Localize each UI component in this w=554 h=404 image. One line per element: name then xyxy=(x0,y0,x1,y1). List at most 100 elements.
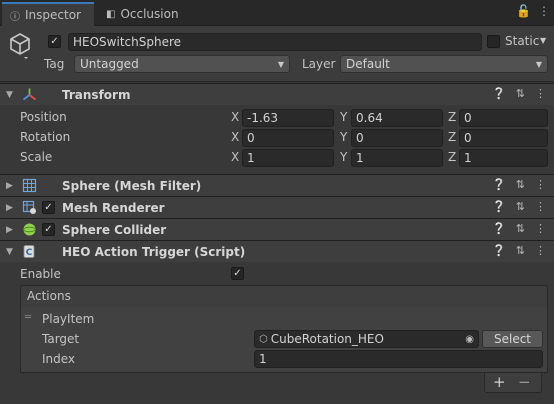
component-title: Sphere Collider xyxy=(62,222,167,237)
svg-text:C: C xyxy=(26,248,33,258)
chevron-down-icon: ▼ xyxy=(277,59,284,69)
position-z-field[interactable]: 0 xyxy=(459,109,548,127)
position-x-field[interactable]: -1.63 xyxy=(242,109,334,127)
scale-z-field[interactable]: 1 xyxy=(459,149,548,167)
mesh-filter-header[interactable]: ▶ Sphere (Mesh Filter) ❔ ⇅ ⋮ xyxy=(0,174,554,196)
foldout-expanded-icon[interactable]: ▼ xyxy=(6,247,13,257)
actions-label: Actions xyxy=(27,289,71,303)
index-field[interactable]: 1 xyxy=(254,350,543,368)
drag-handle-icon[interactable]: ═ xyxy=(25,312,31,323)
component-title: Sphere (Mesh Filter) xyxy=(62,178,202,193)
index-label: Index xyxy=(42,352,76,366)
transform-header[interactable]: ▼ Transform ❔ ⇅ ⋮ xyxy=(0,83,554,105)
rotation-label: Rotation xyxy=(20,130,71,144)
x-axis-label[interactable]: X xyxy=(231,130,239,144)
actions-list-body: ═ PlayItem Target ⬡ CubeRotation_HEO ◉ S… xyxy=(20,307,548,373)
mesh-renderer-enabled-checkbox[interactable]: ✓ xyxy=(42,201,55,214)
rotation-y-field[interactable]: 0 xyxy=(351,129,443,147)
occlusion-icon: ◧ xyxy=(106,8,116,20)
layer-value: Default xyxy=(346,57,390,71)
help-icon[interactable]: ❔ xyxy=(492,87,506,100)
mesh-renderer-header[interactable]: ▶ ✓ Mesh Renderer ❔ ⇅ ⋮ xyxy=(0,196,554,218)
component-tools: ❔ ⇅ ⋮ xyxy=(492,222,546,235)
target-label: Target xyxy=(42,332,80,346)
scale-y-field[interactable]: 1 xyxy=(351,149,443,167)
select-button[interactable]: Select xyxy=(482,330,543,348)
lock-icon[interactable]: 🔓 xyxy=(516,4,531,18)
scale-x-field[interactable]: 1 xyxy=(242,149,334,167)
cube-icon: ⬡ xyxy=(259,333,268,345)
preset-icon[interactable]: ⇅ xyxy=(516,244,525,257)
gameobject-cube-icon[interactable] xyxy=(8,32,32,60)
context-menu-icon[interactable]: ⋮ xyxy=(535,222,546,235)
list-footer: + − xyxy=(484,373,542,393)
component-title: HEO Action Trigger (Script) xyxy=(62,244,246,259)
foldout-expanded-icon[interactable]: ▼ xyxy=(6,90,13,100)
tab-inspector[interactable]: ⓘ Inspector xyxy=(2,2,94,26)
rotation-x-field[interactable]: 0 xyxy=(242,129,334,147)
help-icon[interactable]: ❔ xyxy=(492,200,506,213)
preset-icon[interactable]: ⇅ xyxy=(516,200,525,213)
y-axis-label[interactable]: Y xyxy=(340,110,347,124)
sphere-collider-enabled-checkbox[interactable]: ✓ xyxy=(42,223,55,236)
help-icon[interactable]: ❔ xyxy=(492,222,506,235)
z-axis-label[interactable]: Z xyxy=(448,130,456,144)
enable-checkbox[interactable]: ✓ xyxy=(231,267,244,280)
foldout-collapsed-icon[interactable]: ▶ xyxy=(6,181,13,191)
y-axis-label[interactable]: Y xyxy=(340,150,347,164)
preset-icon[interactable]: ⇅ xyxy=(516,87,525,100)
play-item-label: PlayItem xyxy=(42,312,95,326)
remove-element-button[interactable]: − xyxy=(518,373,531,391)
tab-label: Occlusion xyxy=(120,7,179,21)
static-dropdown-icon[interactable]: ▼ xyxy=(540,36,546,45)
mesh-grid-icon xyxy=(22,178,37,193)
add-element-button[interactable]: + xyxy=(493,373,506,391)
foldout-collapsed-icon[interactable]: ▶ xyxy=(6,203,13,213)
foldout-collapsed-icon[interactable]: ▶ xyxy=(6,225,13,235)
mesh-renderer-icon xyxy=(22,200,36,214)
tag-value: Untagged xyxy=(80,57,139,71)
scale-label: Scale xyxy=(20,150,53,164)
component-tools: ❔ ⇅ ⋮ xyxy=(492,87,546,100)
component-tools: ❔ ⇅ ⋮ xyxy=(492,200,546,213)
script-header[interactable]: ▼ C HEO Action Trigger (Script) ❔ ⇅ ⋮ xyxy=(0,240,554,262)
component-title: Mesh Renderer xyxy=(62,200,165,215)
static-label: Static xyxy=(505,34,540,48)
static-checkbox[interactable] xyxy=(487,35,500,48)
tab-label: Inspector xyxy=(25,8,81,22)
component-tools: ❔ ⇅ ⋮ xyxy=(492,178,546,191)
rotation-z-field[interactable]: 0 xyxy=(459,129,548,147)
layer-label: Layer xyxy=(302,57,336,71)
tag-dropdown[interactable]: Untagged ▼ xyxy=(74,55,290,73)
y-axis-label[interactable]: Y xyxy=(340,130,347,144)
position-y-field[interactable]: 0.64 xyxy=(351,109,443,127)
more-menu-icon[interactable]: ⋮ xyxy=(538,4,550,18)
context-menu-icon[interactable]: ⋮ xyxy=(535,200,546,213)
preset-icon[interactable]: ⇅ xyxy=(516,222,525,235)
sphere-collider-icon xyxy=(23,223,36,236)
z-axis-label[interactable]: Z xyxy=(448,110,456,124)
help-icon[interactable]: ❔ xyxy=(492,244,506,257)
help-icon[interactable]: ❔ xyxy=(492,178,506,191)
x-axis-label[interactable]: X xyxy=(231,110,239,124)
script-icon: C xyxy=(23,245,35,258)
gameobject-header: ✓ HEOSwitchSphere Static ▼ Tag Untagged … xyxy=(0,26,554,82)
enable-label: Enable xyxy=(20,267,61,281)
context-menu-icon[interactable]: ⋮ xyxy=(535,178,546,191)
tab-bar: ⓘ Inspector ◧ Occlusion 🔓 ⋮ xyxy=(0,0,554,26)
x-axis-label[interactable]: X xyxy=(231,150,239,164)
sphere-collider-header[interactable]: ▶ ✓ Sphere Collider ❔ ⇅ ⋮ xyxy=(0,218,554,240)
active-checkbox[interactable]: ✓ xyxy=(48,35,61,48)
z-axis-label[interactable]: Z xyxy=(448,150,456,164)
target-value: CubeRotation_HEO xyxy=(270,332,384,346)
context-menu-icon[interactable]: ⋮ xyxy=(535,87,546,100)
component-title: Transform xyxy=(62,87,131,102)
object-picker-icon[interactable]: ◉ xyxy=(465,334,474,345)
layer-dropdown[interactable]: Default ▼ xyxy=(340,55,548,73)
target-object-field[interactable]: ⬡ CubeRotation_HEO ◉ xyxy=(254,330,479,348)
context-menu-icon[interactable]: ⋮ xyxy=(535,244,546,257)
script-body: Enable ✓ Actions ═ PlayItem Target ⬡ Cub… xyxy=(0,263,554,404)
preset-icon[interactable]: ⇅ xyxy=(516,178,525,191)
tab-occlusion[interactable]: ◧ Occlusion xyxy=(98,2,198,26)
object-name-field[interactable]: HEOSwitchSphere xyxy=(68,33,482,51)
